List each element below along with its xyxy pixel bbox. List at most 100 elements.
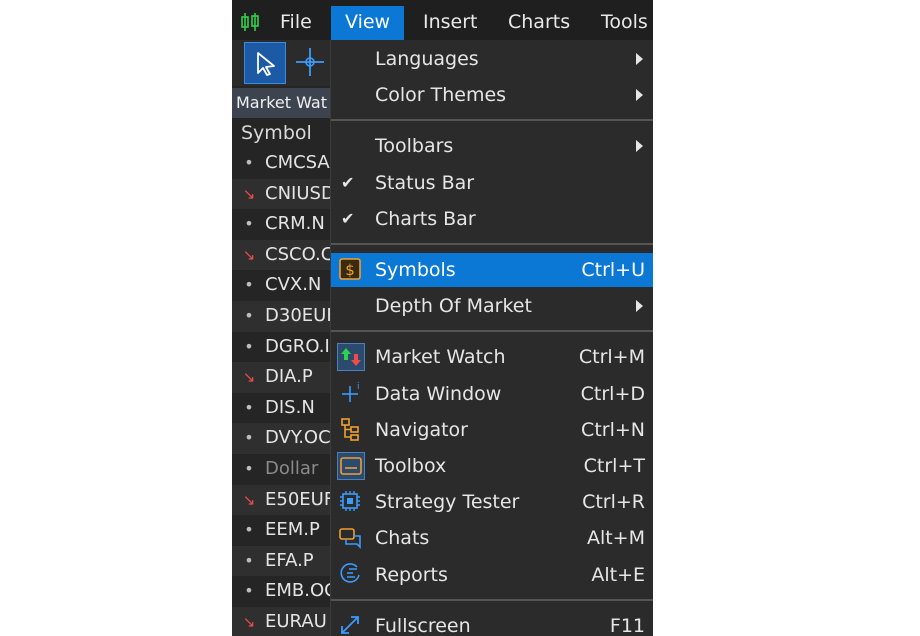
- menu-item-symbols[interactable]: $ Symbols Ctrl+U: [331, 253, 653, 287]
- menu-item-shortcut: Ctrl+D: [580, 382, 645, 405]
- market-watch-row[interactable]: • EEM.P: [232, 515, 330, 546]
- symbol-name: DGRO.I: [265, 335, 330, 357]
- svg-text:$: $: [345, 261, 355, 279]
- market-watch-row[interactable]: • EMB.OC: [232, 576, 330, 607]
- market-watch-row[interactable]: • EFA.P: [232, 545, 330, 577]
- bullet-dot-icon: •: [244, 214, 254, 234]
- symbol-column-header[interactable]: Symbol: [232, 118, 330, 148]
- candlestick-app-icon: [241, 13, 259, 31]
- menu-item-navigator[interactable]: Navigator Ctrl+N: [331, 413, 653, 447]
- market-watch-row[interactable]: • D30EUF: [232, 300, 330, 332]
- market-watch-row[interactable]: • CVX.N: [232, 270, 330, 301]
- menu-item-label: Languages: [375, 48, 479, 70]
- symbol-name: Dollar: [265, 457, 319, 479]
- market-watch-row[interactable]: ↘ CNIUSD: [232, 178, 330, 210]
- symbols-dollar-icon: $: [337, 256, 365, 284]
- chats-icon: [337, 524, 365, 552]
- menu-item-label: Market Watch: [375, 346, 506, 369]
- symbol-name: D30EUF: [265, 304, 330, 326]
- toolbar: [232, 40, 330, 86]
- menu-item-market-watch[interactable]: Market Watch Ctrl+M: [331, 340, 653, 374]
- menu-item-label: Toolbox: [375, 455, 447, 477]
- market-watch-row[interactable]: • CMCSA: [232, 148, 330, 179]
- menu-item-shortcut: Alt+E: [591, 563, 645, 586]
- view-menu-dropdown: Languages Color Themes Toolbars ✔ Status Bar…: [330, 40, 653, 636]
- menu-item-languages[interactable]: Languages: [331, 42, 653, 76]
- menu-view[interactable]: View: [331, 6, 405, 40]
- submenu-arrow-icon: [636, 140, 643, 153]
- menu-item-charts-bar[interactable]: ✔ Charts Bar: [331, 202, 653, 236]
- menu-file[interactable]: File: [266, 6, 326, 40]
- menu-item-shortcut: Ctrl+N: [581, 418, 645, 441]
- submenu-arrow-icon: [636, 53, 643, 65]
- menu-item-label: Color Themes: [375, 84, 507, 107]
- menu-tools[interactable]: Tools: [587, 6, 653, 40]
- market-watch-row[interactable]: • CRM.N: [232, 209, 330, 240]
- navigator-icon: [337, 416, 365, 444]
- menu-item-strategy-tester[interactable]: Strategy Tester Ctrl+R: [331, 485, 653, 519]
- menu-item-toolbox[interactable]: Toolbox Ctrl+T: [331, 449, 653, 483]
- checkmark-icon: ✔: [341, 172, 355, 192]
- terminal-window: File View Insert Charts Tools Market Wat…: [232, 0, 653, 636]
- menu-item-label: Fullscreen: [375, 614, 471, 636]
- symbol-name: CMCSA: [265, 152, 330, 173]
- crosshair-icon: [296, 48, 324, 76]
- market-watch-row[interactable]: • DVY.OC: [232, 423, 330, 454]
- market-watch-row[interactable]: • DIS.N: [232, 393, 330, 424]
- menu-separator: [331, 243, 653, 245]
- fullscreen-icon: [337, 612, 365, 636]
- bullet-dot-icon: •: [244, 458, 254, 478]
- menu-item-data-window[interactable]: i Data Window Ctrl+D: [331, 377, 653, 411]
- menu-item-shortcut: Ctrl+T: [583, 455, 645, 477]
- menu-item-shortcut: Alt+M: [586, 527, 645, 550]
- menu-item-depth-of-market[interactable]: Depth Of Market: [331, 289, 653, 323]
- menu-item-label: Data Window: [375, 382, 502, 405]
- symbol-name: E50EUF: [265, 488, 330, 510]
- toolbox-icon: [337, 452, 365, 480]
- checkmark-icon: ✔: [341, 208, 355, 228]
- menu-item-shortcut: Ctrl+M: [578, 346, 645, 369]
- menu-item-chats[interactable]: Chats Alt+M: [331, 521, 653, 555]
- menu-item-fullscreen[interactable]: Fullscreen F11: [331, 609, 653, 636]
- market-watch-row[interactable]: • DGRO.I: [232, 332, 330, 363]
- menu-item-toolbars[interactable]: Toolbars: [331, 129, 653, 163]
- menu-separator: [331, 330, 653, 333]
- strategy-tester-icon: [337, 488, 365, 516]
- menu-item-label: Toolbars: [375, 135, 454, 158]
- menu-bar: File View Insert Charts Tools: [232, 0, 653, 41]
- menu-insert[interactable]: Insert: [409, 6, 492, 40]
- menu-item-status-bar[interactable]: ✔ Status Bar: [331, 166, 653, 200]
- market-watch-icon: [337, 343, 365, 372]
- market-watch-row[interactable]: ↘ DIA.P: [232, 362, 330, 393]
- menu-item-color-themes[interactable]: Color Themes: [331, 78, 653, 112]
- market-watch-row[interactable]: ↘ CSCO.C: [232, 239, 330, 271]
- trend-down-arrow-icon: ↘: [242, 490, 256, 509]
- market-watch-row[interactable]: • Dollar: [232, 454, 330, 485]
- svg-text:i: i: [357, 382, 360, 392]
- crosshair-tool-button[interactable]: [290, 42, 332, 84]
- menu-separator: [331, 119, 653, 122]
- market-watch-tab[interactable]: Market Wat: [232, 88, 330, 118]
- menu-item-label: Strategy Tester: [375, 491, 520, 514]
- menu-separator: [331, 598, 653, 601]
- trend-down-arrow-icon: ↘: [242, 245, 256, 264]
- menu-item-shortcut: Ctrl+U: [581, 259, 645, 281]
- symbol-name: EFA.P: [265, 549, 314, 571]
- trend-down-arrow-icon: ↘: [242, 612, 256, 631]
- reports-icon: [337, 561, 365, 589]
- menu-item-label: Navigator: [375, 418, 468, 441]
- market-watch-row[interactable]: ↘ EURAU: [232, 606, 330, 636]
- submenu-arrow-icon: [636, 89, 643, 102]
- symbol-name: EMB.OC: [265, 580, 330, 602]
- market-watch-row[interactable]: ↘ E50EUF: [232, 484, 330, 516]
- cursor-tool-button[interactable]: [244, 42, 286, 84]
- menu-item-label: Status Bar: [375, 171, 475, 194]
- menu-item-reports[interactable]: Reports Alt+E: [331, 558, 653, 592]
- data-window-icon: i: [337, 380, 365, 408]
- symbol-name: CNIUSD: [265, 182, 330, 204]
- trend-down-arrow-icon: ↘: [242, 184, 256, 203]
- submenu-arrow-icon: [636, 300, 643, 313]
- menu-charts[interactable]: Charts: [494, 6, 584, 40]
- symbol-name: EEM.P: [265, 519, 320, 541]
- bullet-dot-icon: •: [244, 336, 254, 356]
